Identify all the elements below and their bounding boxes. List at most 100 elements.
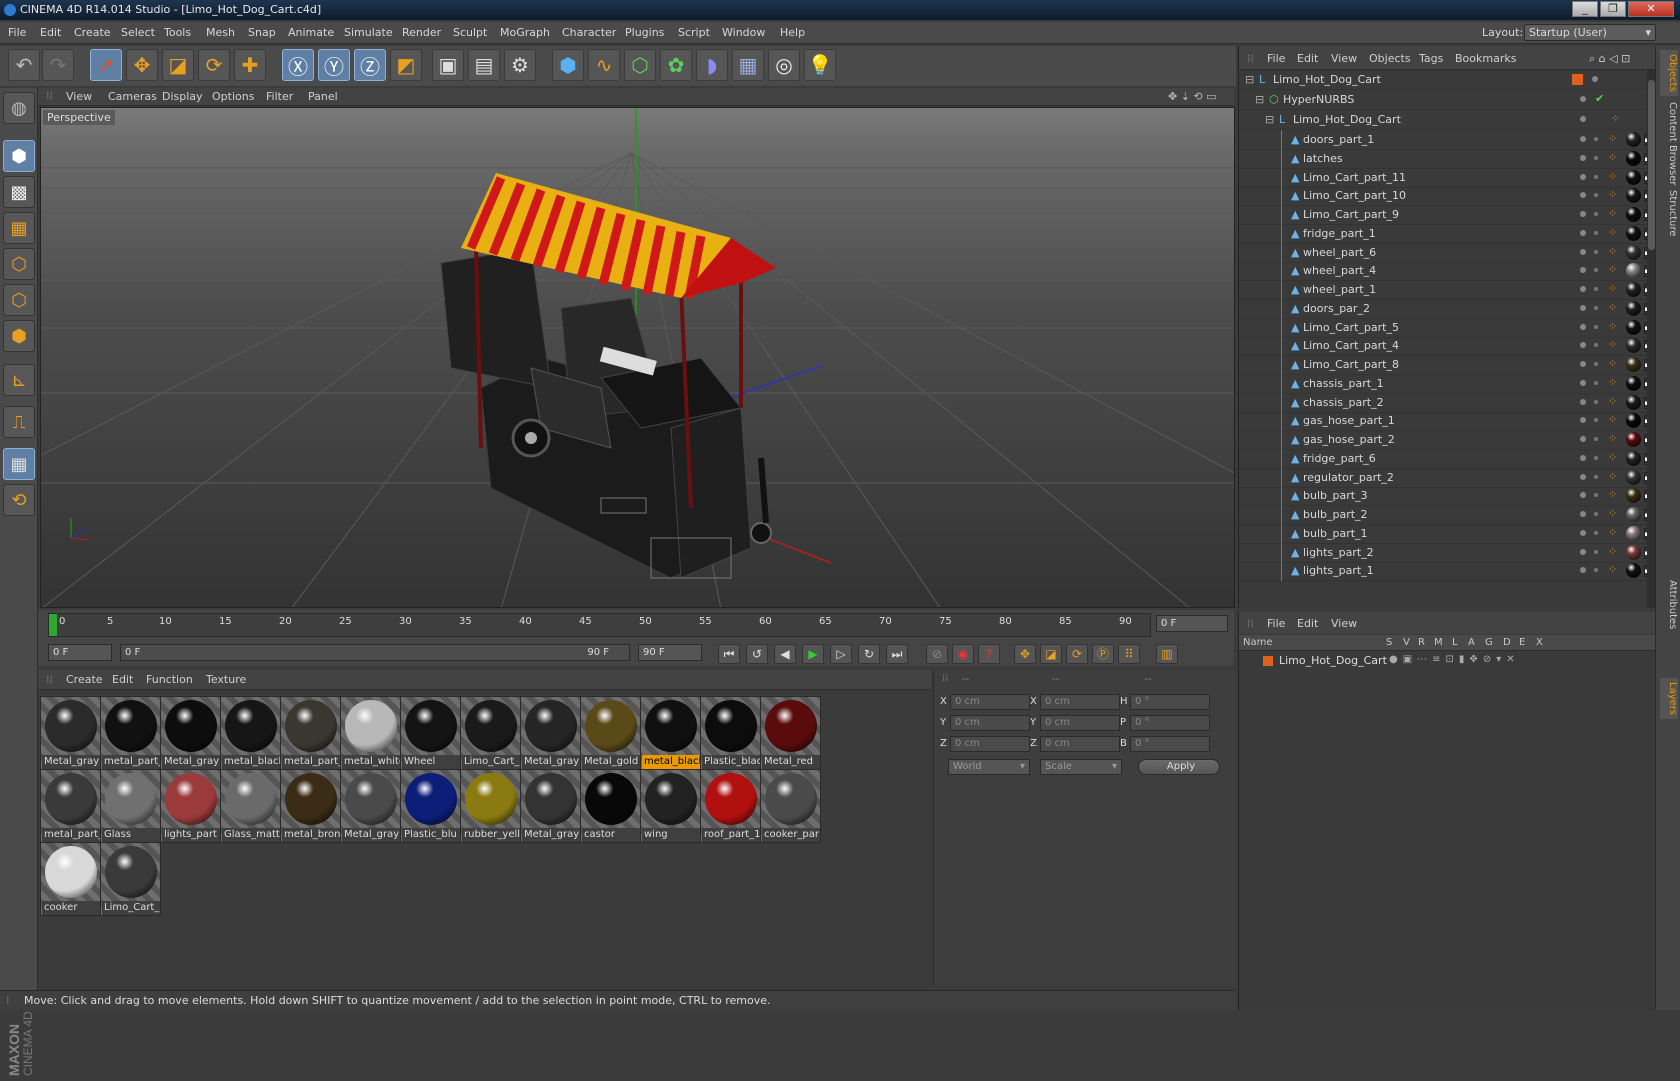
tweak-mode-button[interactable]: ⎍ (3, 406, 35, 438)
material-tag-icon[interactable] (1626, 207, 1641, 222)
material-swatch[interactable]: metal_black (220, 696, 281, 770)
phong-tag-icon[interactable]: ⁘ (1608, 395, 1617, 408)
timeline-ruler[interactable]: 0 5 10 15 20 25 30 35 40 45 50 55 60 65 … (48, 613, 1151, 637)
go-to-end-button[interactable]: ⏭ (886, 644, 908, 664)
light-bulb-icon[interactable]: 💡 (804, 49, 836, 81)
current-frame-field[interactable]: 0 F (1156, 615, 1228, 632)
keyframe-selection-button[interactable]: ? (978, 644, 1000, 664)
material-tag-icon[interactable] (1626, 563, 1641, 579)
objects-menu-tags[interactable]: Tags (1419, 52, 1443, 65)
object-row[interactable]: ▲ Limo_Cart_part_11 ⁘ (1239, 167, 1647, 188)
object-row[interactable]: ▲ Limo_Cart_part_8 ⁘ (1239, 355, 1647, 375)
coordinate-value-field[interactable]: 0 cm (1040, 715, 1120, 731)
phong-tag-icon[interactable]: ⁘ (1608, 545, 1617, 558)
object-row[interactable]: ▲ latches ⁘ (1239, 148, 1647, 169)
material-tag-icon[interactable] (1626, 413, 1641, 429)
material-swatch[interactable]: Glass_matt (220, 769, 281, 843)
render-dot[interactable] (1594, 230, 1598, 235)
render-dot[interactable] (1594, 380, 1598, 385)
key-scale-button[interactable]: ◪ (1040, 644, 1062, 664)
material-tag-icon[interactable] (1626, 150, 1641, 166)
coordinate-value-field[interactable]: 0 cm (1040, 736, 1120, 752)
phong-tag-icon[interactable]: ⁘ (1611, 112, 1620, 125)
viewport-menu-options[interactable]: Options (212, 90, 254, 103)
object-row[interactable]: ▲ Limo_Cart_part_10 ⁘ (1239, 186, 1647, 207)
material-tag-icon[interactable] (1626, 300, 1641, 316)
perspective-viewport[interactable]: Perspective (40, 107, 1235, 608)
model-mode-button[interactable]: ⬢ (3, 140, 35, 172)
render-settings-button[interactable]: ⚙ (504, 49, 536, 81)
render-dot[interactable] (1594, 549, 1598, 554)
objects-menu-file[interactable]: File (1267, 52, 1285, 65)
visibility-dot[interactable] (1580, 211, 1586, 217)
scene-floor-button[interactable]: ▦ (732, 49, 764, 81)
coordinate-value-field[interactable]: 0 cm (950, 715, 1030, 731)
phong-tag-icon[interactable]: ⁘ (1608, 226, 1617, 239)
key-position-button[interactable]: ✥ (1014, 644, 1036, 664)
visibility-dot[interactable] (1580, 548, 1586, 555)
viewport-menu-panel[interactable]: Panel (308, 90, 338, 103)
render-dot[interactable] (1594, 530, 1598, 535)
render-dot[interactable] (1594, 455, 1598, 460)
render-dot[interactable] (1594, 512, 1598, 516)
material-tag-icon[interactable] (1626, 450, 1641, 466)
menu-plugins[interactable]: Plugins (625, 26, 664, 39)
objects-menu-edit[interactable]: Edit (1297, 52, 1318, 65)
material-swatch[interactable]: metal_part_ (40, 769, 101, 843)
go-to-start-button[interactable]: ⏮ (718, 644, 740, 664)
array-button[interactable]: ✿ (660, 49, 692, 81)
coordinate-value-field[interactable]: 0 ° (1130, 694, 1210, 710)
visibility-dot[interactable] (1580, 436, 1586, 442)
coordinate-system-button[interactable]: ◩ (390, 49, 422, 81)
material-swatch[interactable]: cooker_par (760, 769, 821, 843)
render-picture-viewer-button[interactable]: ▤ (468, 49, 500, 81)
menu-sculpt[interactable]: Sculpt (453, 26, 487, 39)
phong-tag-icon[interactable]: ⁘ (1608, 470, 1617, 483)
cube-object-button[interactable]: ⬢ (552, 49, 584, 81)
object-row[interactable]: ▲ gas_hose_part_1 ⁘ (1239, 411, 1647, 432)
close-button[interactable]: ✕ (1628, 1, 1674, 17)
camera-button[interactable]: ◎ (768, 49, 800, 81)
end-frame-field[interactable]: 90 F (638, 644, 702, 661)
live-selection-button[interactable]: ➚ (90, 49, 122, 81)
objects-menu-objects[interactable]: Objects (1369, 52, 1411, 65)
phong-tag-icon[interactable]: ⁘ (1608, 132, 1617, 145)
phong-tag-icon[interactable]: ⁘ (1608, 488, 1617, 501)
material-swatch[interactable]: metal_bron (280, 769, 341, 843)
previous-frame-button[interactable]: ◀ (774, 644, 796, 664)
visibility-dot[interactable] (1580, 342, 1586, 349)
object-row[interactable]: ▲ wheel_part_1 ⁘ (1239, 280, 1647, 300)
render-dot[interactable] (1594, 287, 1598, 291)
material-swatch[interactable]: Metal_gray (520, 696, 581, 770)
phong-tag-icon[interactable]: ⁘ (1608, 151, 1617, 164)
render-view-button[interactable]: ▣ (432, 49, 464, 81)
render-dot[interactable] (1594, 212, 1598, 216)
object-row[interactable]: ▲ bulb_part_3 ⁘ (1239, 486, 1647, 507)
scale-tool-button[interactable]: ◪ (162, 49, 194, 81)
phong-tag-icon[interactable]: ⁘ (1608, 507, 1617, 520)
visibility-dot[interactable] (1580, 417, 1586, 424)
material-tag-icon[interactable] (1626, 488, 1641, 504)
object-row-group[interactable]: ⊟ L Limo_Hot_Dog_Cart ⁘ (1239, 110, 1647, 130)
z-axis-button[interactable]: Ⓩ (354, 49, 386, 81)
material-swatch[interactable]: Wheel (400, 696, 461, 770)
playhead[interactable] (49, 614, 57, 636)
render-dot[interactable] (1594, 155, 1598, 160)
material-swatch[interactable]: metal_black (640, 696, 701, 770)
coordinate-system-select[interactable]: World ▾ (948, 759, 1030, 775)
menu-render[interactable]: Render (402, 26, 441, 39)
coordinate-value-field[interactable]: 0 cm (1040, 694, 1120, 710)
visibility-dot[interactable] (1580, 229, 1586, 236)
material-tag-icon[interactable] (1626, 544, 1641, 560)
material-swatch[interactable]: lights_part (160, 769, 221, 843)
material-tag-icon[interactable] (1626, 469, 1641, 485)
viewport-menu-cameras[interactable]: Cameras (108, 90, 157, 103)
material-tag-icon[interactable] (1626, 263, 1641, 279)
object-row[interactable]: ▲ fridge_part_6 ⁘ (1239, 448, 1647, 469)
visibility-dot[interactable] (1580, 286, 1586, 292)
rotate-tool-button[interactable]: ⟳ (198, 49, 230, 81)
phong-tag-icon[interactable]: ⁘ (1608, 526, 1617, 539)
phong-tag-icon[interactable]: ⁘ (1608, 432, 1617, 445)
material-swatch[interactable]: Metal_gold (580, 696, 641, 770)
phong-tag-icon[interactable]: ⁘ (1608, 451, 1617, 464)
